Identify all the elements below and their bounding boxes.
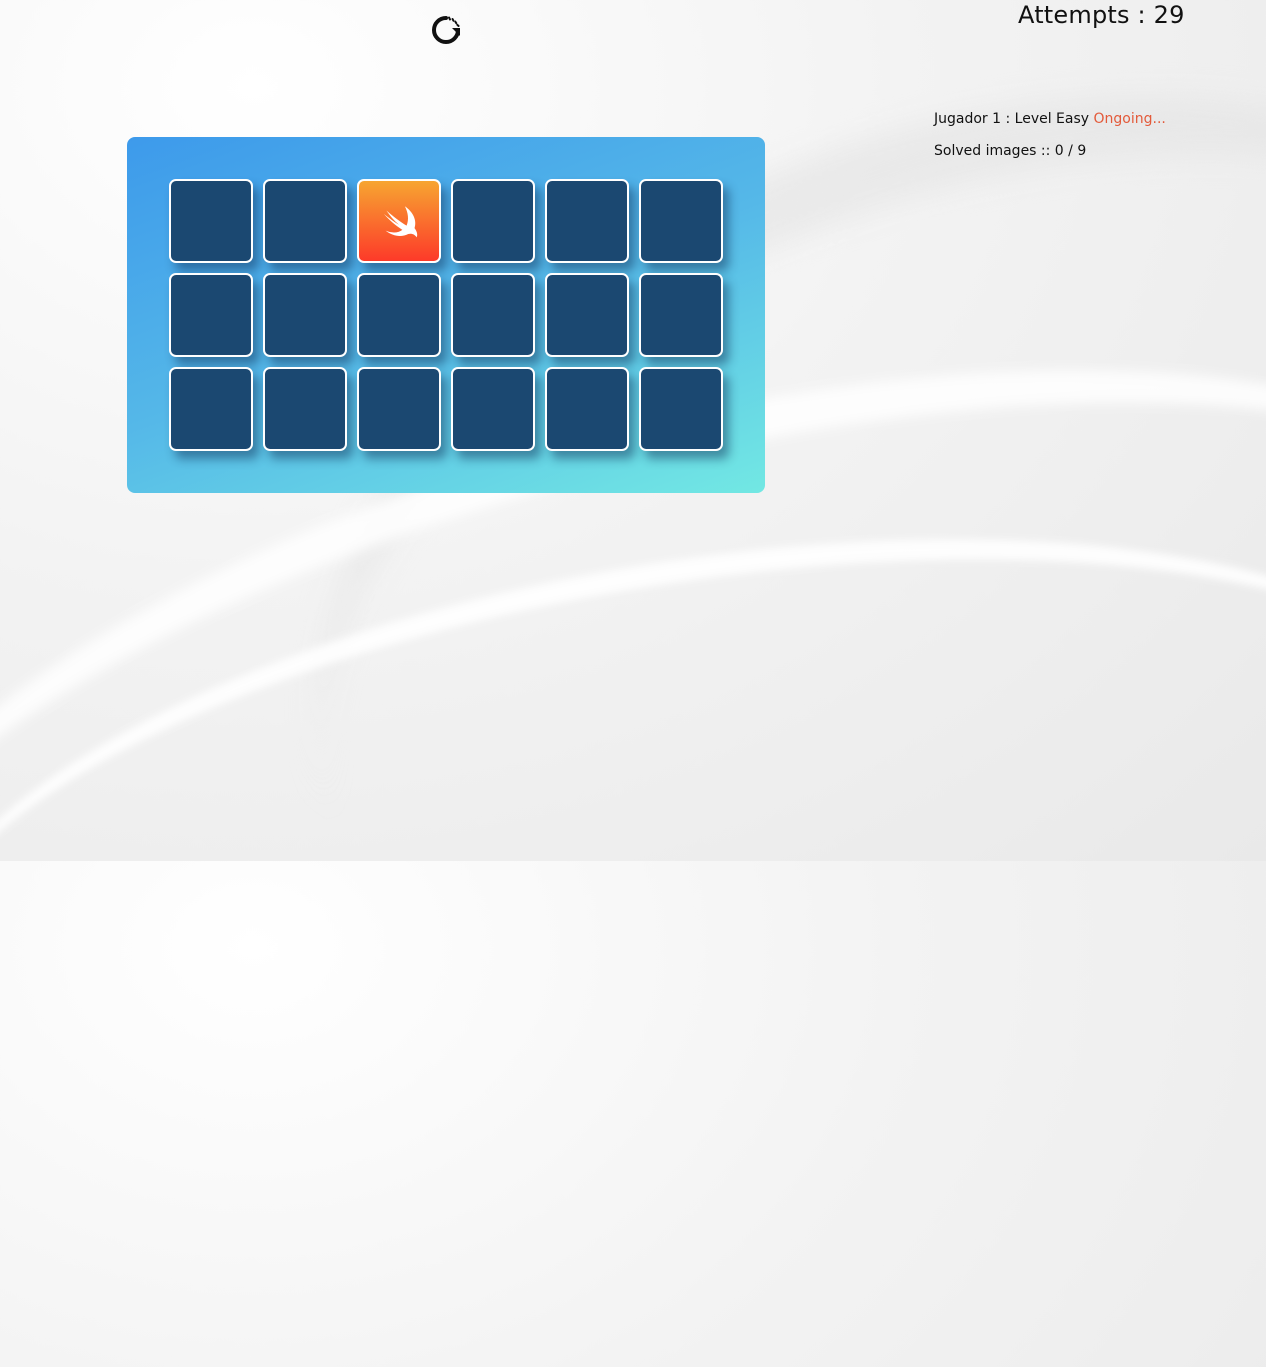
memory-card[interactable] — [545, 179, 629, 263]
restart-icon — [432, 16, 460, 44]
memory-card[interactable] — [169, 273, 253, 357]
game-status: Jugador 1 : Level Easy Ongoing... — [934, 111, 1166, 127]
memory-card[interactable] — [169, 179, 253, 263]
memory-card[interactable] — [451, 367, 535, 451]
swift-logo-icon — [383, 206, 418, 238]
memory-card[interactable] — [451, 179, 535, 263]
memory-card[interactable] — [639, 273, 723, 357]
attempts-counter: Attempts : 29 — [1018, 1, 1185, 29]
memory-card[interactable] — [263, 273, 347, 357]
memory-card[interactable] — [639, 367, 723, 451]
memory-card[interactable] — [545, 273, 629, 357]
game-state-label: Ongoing... — [1093, 111, 1166, 127]
memory-card[interactable] — [545, 367, 629, 451]
memory-card[interactable] — [357, 367, 441, 451]
background-swoosh — [0, 438, 1266, 1304]
memory-card-revealed[interactable] — [357, 179, 441, 263]
restart-button[interactable] — [429, 13, 463, 47]
card-grid — [169, 179, 723, 451]
memory-card[interactable] — [639, 179, 723, 263]
player-level-label: Jugador 1 : Level Easy — [934, 111, 1094, 127]
memory-card[interactable] — [263, 367, 347, 451]
solved-counter: Solved images :: 0 / 9 — [934, 143, 1087, 159]
memory-card[interactable] — [169, 367, 253, 451]
memory-card[interactable] — [263, 179, 347, 263]
memory-card[interactable] — [451, 273, 535, 357]
memory-card[interactable] — [357, 273, 441, 357]
game-board — [127, 137, 765, 493]
